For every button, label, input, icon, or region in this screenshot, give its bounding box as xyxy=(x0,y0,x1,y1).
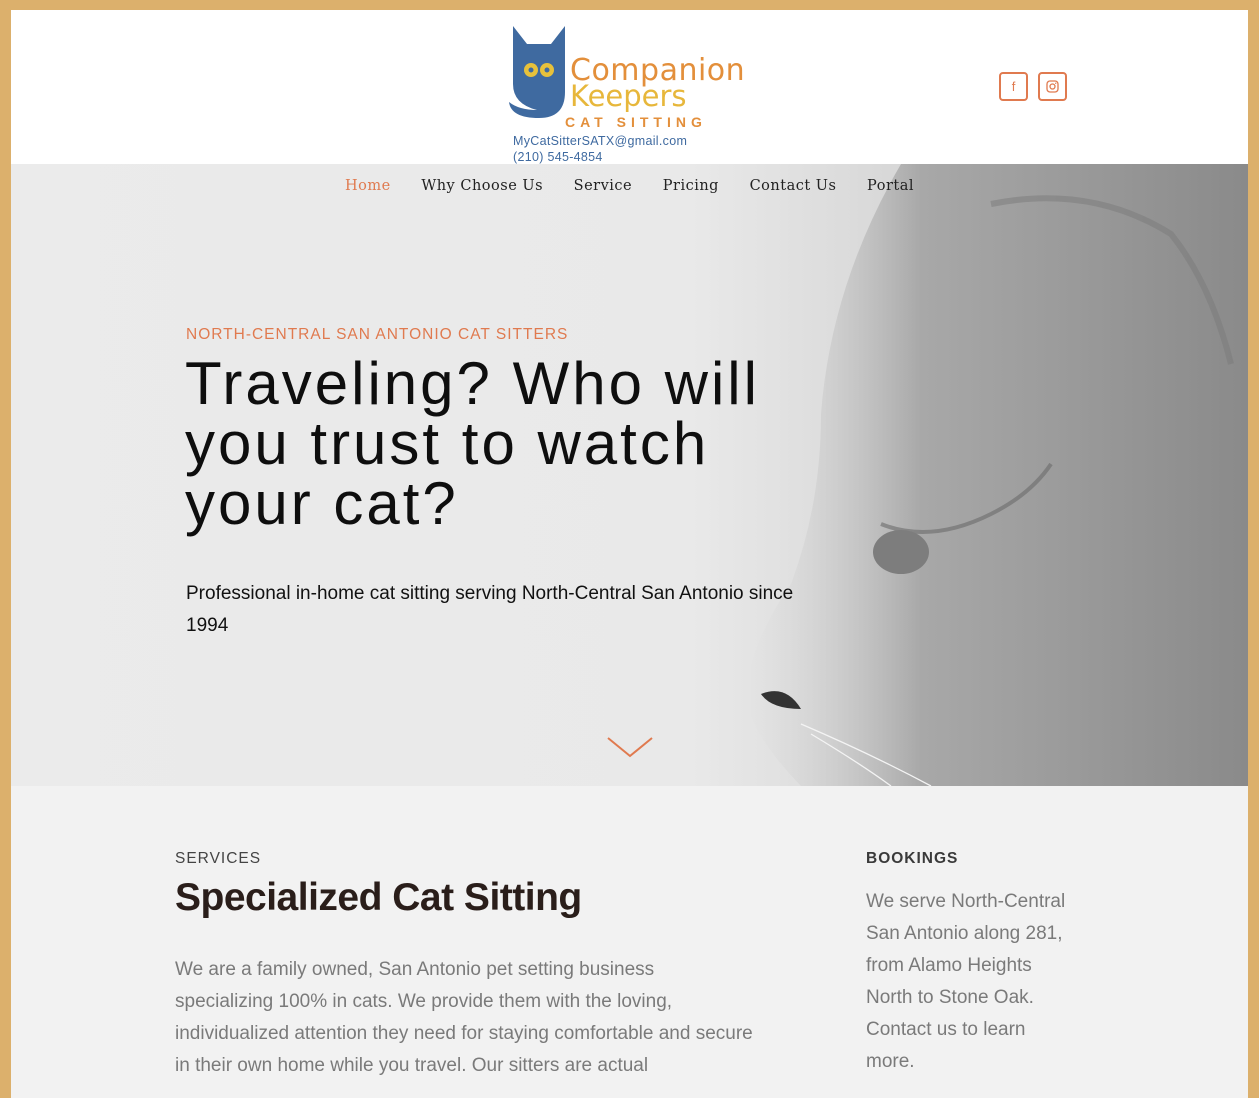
nav-pricing[interactable]: Pricing xyxy=(663,178,719,194)
nav-contact-us[interactable]: Contact Us xyxy=(750,178,837,194)
hero-subtext: Professional in-home cat sitting serving… xyxy=(186,583,794,636)
facebook-button[interactable]: f xyxy=(999,72,1028,101)
logo-text-keepers: Keepers xyxy=(570,79,687,113)
nav-home[interactable]: Home xyxy=(345,178,391,194)
services-text: We are a family owned, San Antonio pet s… xyxy=(175,959,753,1076)
main-nav: Home Why Choose Us Service Pricing Conta… xyxy=(11,178,1248,194)
bookings-label: BOOKINGS xyxy=(866,850,959,867)
hero-section: Home Why Choose Us Service Pricing Conta… xyxy=(11,164,1248,786)
site-header: Companion Keepers CAT SITTING MyCatSitte… xyxy=(11,10,1248,164)
bookings-text: We serve North-Central San Antonio along… xyxy=(866,891,1066,1072)
logo-email: MyCatSitterSATX@gmail.com xyxy=(513,134,688,148)
nav-portal[interactable]: Portal xyxy=(867,178,914,194)
scroll-down-chevron-icon[interactable] xyxy=(606,736,654,760)
nav-service[interactable]: Service xyxy=(574,178,632,194)
services-title: Specialized Cat Sitting xyxy=(175,876,582,919)
nav-why-choose-us[interactable]: Why Choose Us xyxy=(421,178,543,194)
services-label: SERVICES xyxy=(175,850,262,867)
instagram-button[interactable] xyxy=(1038,72,1067,101)
site-logo[interactable]: Companion Keepers CAT SITTING MyCatSitte… xyxy=(507,22,747,164)
hero-kicker: NORTH-CENTRAL SAN ANTONIO CAT SITTERS xyxy=(186,326,569,343)
cat-logo-icon xyxy=(509,26,565,118)
logo-phone: (210) 545-4854 xyxy=(513,150,603,164)
instagram-icon xyxy=(1046,80,1059,93)
logo-text-cat-sitting: CAT SITTING xyxy=(565,114,707,130)
hero-headline: Traveling? Who will you trust to watch y… xyxy=(185,350,760,537)
facebook-icon: f xyxy=(1011,79,1016,94)
